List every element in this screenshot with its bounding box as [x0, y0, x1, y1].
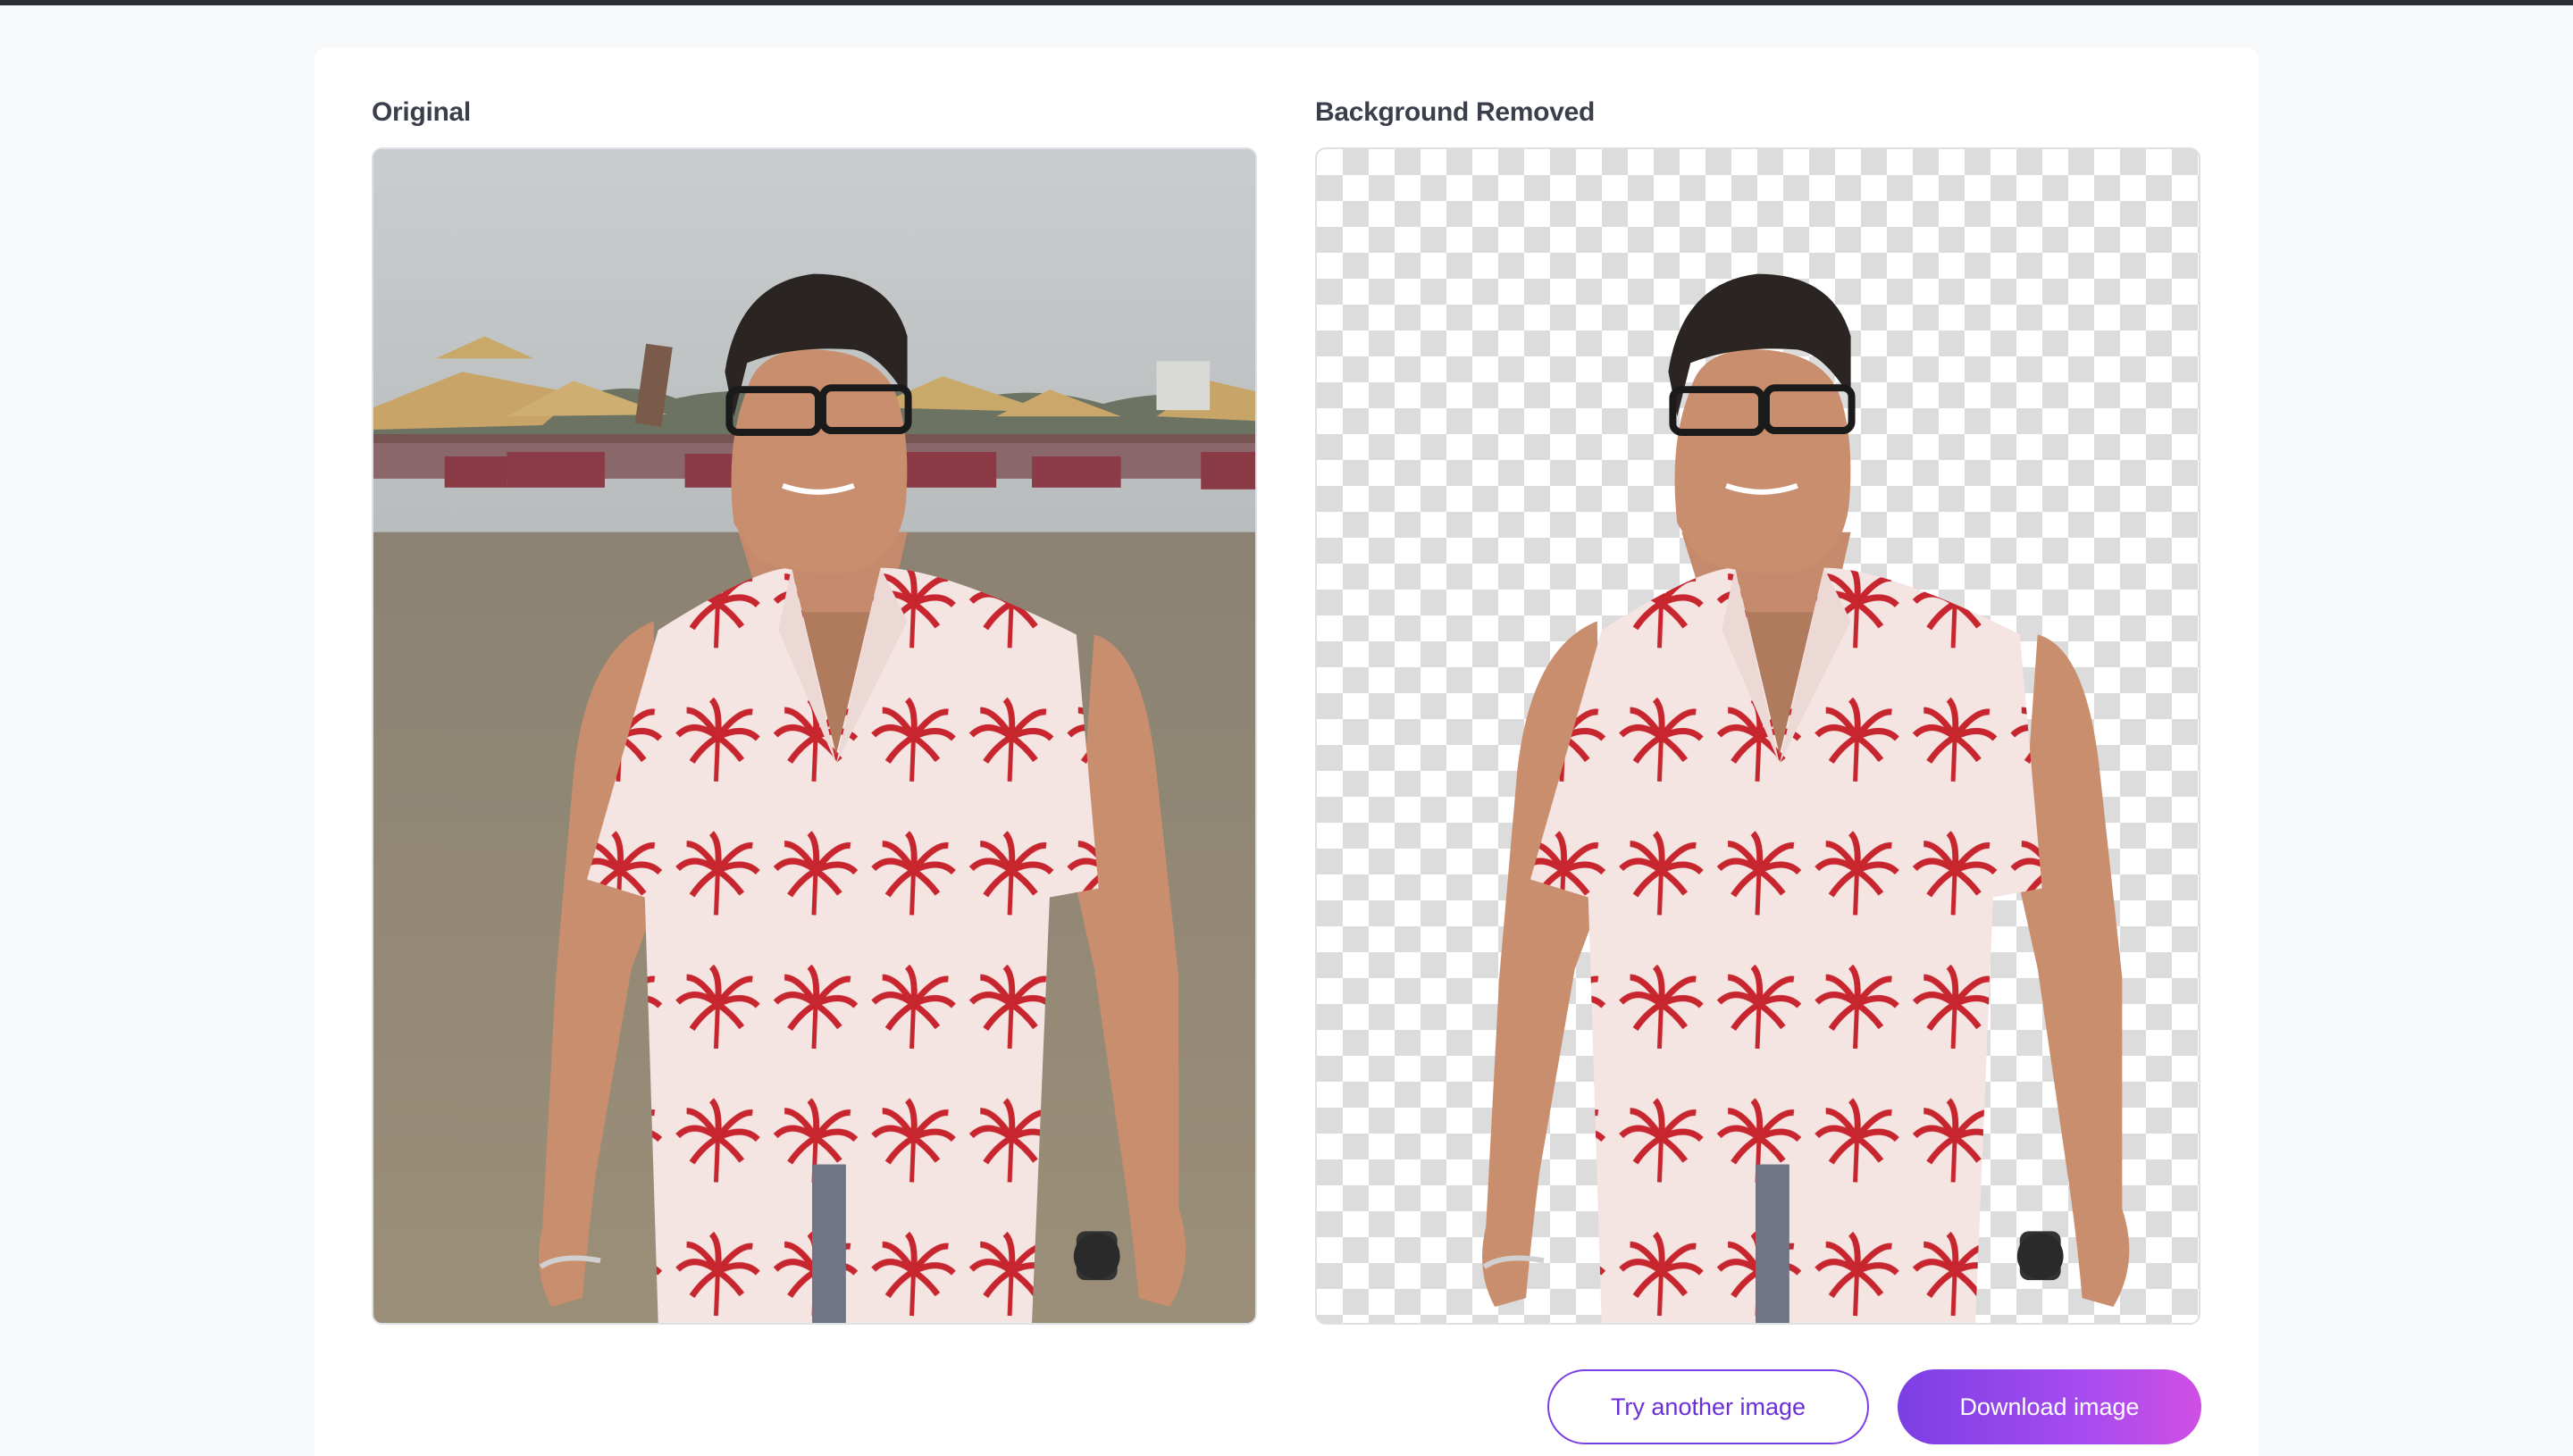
original-panel-title: Original — [372, 97, 471, 127]
removed-background-image — [1315, 147, 2200, 1325]
download-image-button[interactable]: Download image — [1898, 1369, 2201, 1444]
window-top-bar — [0, 0, 2573, 5]
original-image — [372, 147, 1257, 1325]
result-card: Original Background Removed Try another … — [314, 47, 2259, 1456]
removed-panel-title: Background Removed — [1315, 97, 1595, 127]
try-another-image-button[interactable]: Try another image — [1547, 1369, 1869, 1444]
